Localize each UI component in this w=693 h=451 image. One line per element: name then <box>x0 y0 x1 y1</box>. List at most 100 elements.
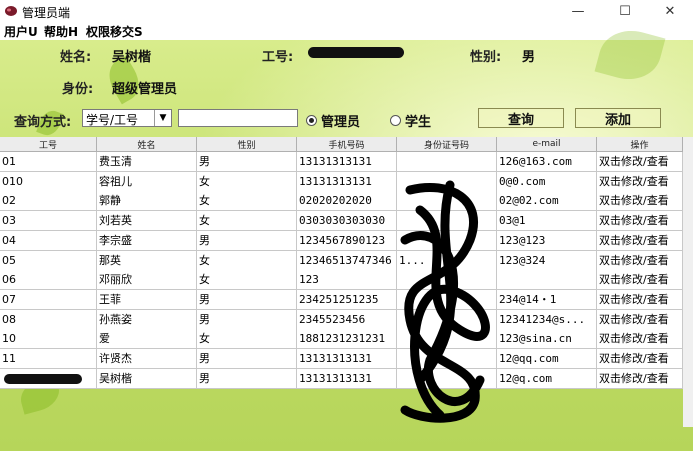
table-cell[interactable]: 女 <box>197 191 297 212</box>
radio-checked-icon <box>306 115 317 126</box>
table-cell[interactable]: 双击修改/查看 <box>597 191 683 212</box>
menu-help[interactable]: 帮助H <box>44 23 78 40</box>
id-label: 工号: <box>262 50 294 65</box>
table-cell[interactable]: 王菲 <box>97 289 197 310</box>
table-cell[interactable]: 13131313131 <box>297 171 397 192</box>
table-cell[interactable]: 双击修改/查看 <box>597 211 683 232</box>
table-cell[interactable]: 双击修改/查看 <box>597 230 683 251</box>
table-cell[interactable]: 双击修改/查看 <box>597 309 683 330</box>
table-cell[interactable]: 06 <box>0 270 97 291</box>
table-cell[interactable]: 男 <box>197 289 297 310</box>
table-cell[interactable]: 爱 <box>97 329 197 350</box>
column-header[interactable]: 工号 <box>0 137 97 152</box>
table-cell[interactable]: 李宗盛 <box>97 230 197 251</box>
table-cell[interactable]: 双击修改/查看 <box>597 329 683 350</box>
table-cell[interactable]: 女 <box>197 211 297 232</box>
table-cell[interactable]: 女 <box>197 270 297 291</box>
table-cell[interactable]: 许贤杰 <box>97 349 197 369</box>
table-cell[interactable]: 02 <box>0 191 97 212</box>
table-cell[interactable]: 女 <box>197 329 297 350</box>
search-mode-select[interactable]: 学号/工号 ▼ <box>82 109 172 127</box>
minimize-button[interactable]: — <box>555 0 601 22</box>
table-cell[interactable]: 12@q.com <box>497 368 597 389</box>
table-cell[interactable]: 双击修改/查看 <box>597 171 683 192</box>
table-cell[interactable]: 08 <box>0 309 97 330</box>
table-cell[interactable]: 2345523456 <box>297 309 397 330</box>
table-cell[interactable]: 女 <box>197 171 297 192</box>
redacted-id <box>308 47 404 58</box>
add-button[interactable]: 添加 <box>575 108 661 128</box>
table-cell[interactable]: 234@14・1 <box>497 289 597 310</box>
table-cell[interactable]: 双击修改/查看 <box>597 250 683 271</box>
table-cell[interactable]: 郭静 <box>97 191 197 212</box>
table-cell[interactable]: 13131313131 <box>297 368 397 389</box>
column-header[interactable]: 姓名 <box>97 137 197 152</box>
title-bar: 管理员端 — ☐ ✕ <box>0 0 693 22</box>
table-cell[interactable]: 126@163.com <box>497 152 597 172</box>
table-cell[interactable]: 12346513747346 <box>297 250 397 271</box>
table-cell[interactable]: 02020202020 <box>297 191 397 212</box>
table-cell[interactable]: 01 <box>0 152 97 172</box>
table-cell[interactable]: 那英 <box>97 250 197 271</box>
table-cell[interactable]: 13131313131 <box>297 152 397 172</box>
radio-student-label: 学生 <box>405 115 432 130</box>
table-cell[interactable]: 0303030303030 <box>297 211 397 232</box>
table-cell[interactable]: 男 <box>197 309 297 330</box>
menu-transfer-permission[interactable]: 权限移交S <box>86 23 143 40</box>
table-cell[interactable]: 10 <box>0 329 97 350</box>
table-cell[interactable]: 12@qq.com <box>497 349 597 369</box>
chevron-down-icon[interactable]: ▼ <box>154 110 171 126</box>
table-cell[interactable]: 07 <box>0 289 97 310</box>
table-cell[interactable] <box>397 152 497 172</box>
maximize-button[interactable]: ☐ <box>602 0 648 22</box>
table-cell[interactable]: 吴树楷 <box>97 368 197 389</box>
table-cell[interactable]: 双击修改/查看 <box>597 289 683 310</box>
table-cell[interactable]: 05 <box>0 250 97 271</box>
table-cell[interactable]: 123@123 <box>497 230 597 251</box>
search-mode-value: 学号/工号 <box>86 113 139 127</box>
radio-admin[interactable]: 管理员 <box>306 111 360 130</box>
table-cell[interactable]: 11 <box>0 349 97 369</box>
column-header[interactable]: 性别 <box>197 137 297 152</box>
table-cell[interactable]: 邓丽欣 <box>97 270 197 291</box>
search-input[interactable] <box>178 109 298 127</box>
table-cell[interactable]: 13131313131 <box>297 349 397 369</box>
table-cell[interactable]: 男 <box>197 152 297 172</box>
table-cell[interactable]: 234251251235 <box>297 289 397 310</box>
table-cell[interactable]: 男 <box>197 349 297 369</box>
table-cell[interactable]: 04 <box>0 230 97 251</box>
query-button[interactable]: 查询 <box>478 108 564 128</box>
table-cell[interactable]: 1881231231231 <box>297 329 397 350</box>
menu-user[interactable]: 用户U <box>4 23 38 40</box>
table-cell[interactable]: 03 <box>0 211 97 232</box>
table-cell[interactable]: 双击修改/查看 <box>597 270 683 291</box>
close-button[interactable]: ✕ <box>647 0 693 22</box>
vertical-scrollbar[interactable] <box>683 137 693 427</box>
table-cell[interactable]: 费玉清 <box>97 152 197 172</box>
column-header[interactable]: 身份证号码 <box>397 137 497 152</box>
column-header[interactable]: 操作 <box>597 137 683 152</box>
table-cell[interactable]: 孙燕姿 <box>97 309 197 330</box>
table-cell[interactable]: 双击修改/查看 <box>597 152 683 172</box>
table-cell[interactable]: 女 <box>197 250 297 271</box>
table-cell[interactable]: 双击修改/查看 <box>597 349 683 369</box>
table-cell[interactable]: 010 <box>0 171 97 192</box>
table-cell[interactable]: 男 <box>197 368 297 389</box>
table-cell[interactable] <box>497 270 597 291</box>
column-header[interactable]: 手机号码 <box>297 137 397 152</box>
table-cell[interactable]: 刘若英 <box>97 211 197 232</box>
table-cell[interactable]: 男 <box>197 230 297 251</box>
table-cell[interactable]: 123@sina.cn <box>497 329 597 350</box>
name-label: 姓名: <box>60 50 92 65</box>
table-cell[interactable]: 123@324 <box>497 250 597 271</box>
table-cell[interactable]: 02@02.com <box>497 191 597 212</box>
table-cell[interactable]: 123 <box>297 270 397 291</box>
table-cell[interactable]: 双击修改/查看 <box>597 368 683 389</box>
radio-student[interactable]: 学生 <box>390 111 431 130</box>
column-header[interactable]: e-mail <box>497 137 597 152</box>
table-cell[interactable]: 1234567890123 <box>297 230 397 251</box>
table-cell[interactable]: 容祖儿 <box>97 171 197 192</box>
table-cell[interactable]: 12341234@s... <box>497 309 597 330</box>
table-cell[interactable]: 03@1 <box>497 211 597 232</box>
table-cell[interactable]: 0@0.com <box>497 171 597 192</box>
